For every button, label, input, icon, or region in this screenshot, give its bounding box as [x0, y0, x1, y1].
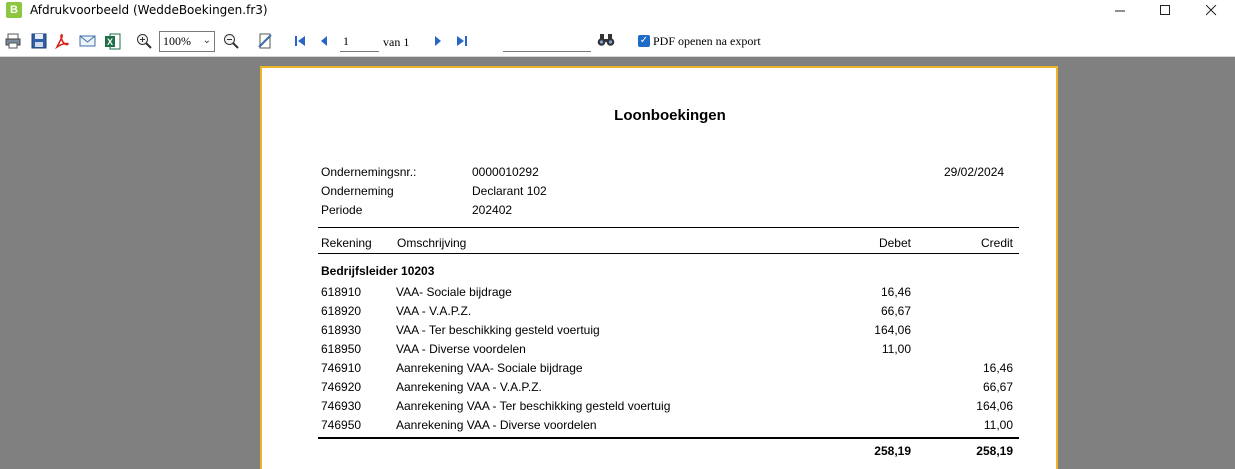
printer-icon — [5, 33, 21, 49]
zoom-out-button[interactable] — [222, 32, 240, 50]
zoom-in-icon — [137, 34, 152, 49]
period-label: Periode — [321, 203, 363, 217]
row-description: Aanrekening VAA - Diverse voordelen — [396, 418, 597, 432]
report-date: 29/02/2024 — [944, 165, 1005, 179]
close-icon — [1205, 4, 1216, 15]
page-number-input[interactable]: 1 — [340, 31, 379, 52]
row-account: 746920 — [321, 380, 362, 394]
company-label: Onderneming — [321, 184, 394, 198]
zoom-value: 100% — [163, 34, 191, 48]
column-header-description: Omschrijving — [397, 236, 467, 250]
row-description: Aanrekening VAA - Ter beschikking gestel… — [396, 399, 671, 413]
minimize-icon — [1114, 10, 1125, 11]
row-description: Aanrekening VAA - V.A.P.Z. — [396, 380, 542, 394]
row-account: 618930 — [321, 323, 362, 337]
row-debit: 164,06 — [874, 323, 911, 337]
row-account: 618950 — [321, 342, 362, 356]
save-button[interactable] — [30, 32, 48, 50]
minimize-button[interactable] — [1097, 0, 1143, 20]
page-setup-button[interactable] — [256, 32, 274, 50]
row-description: VAA - Ter beschikking gesteld voertuig — [396, 323, 600, 337]
app-icon: B — [6, 2, 22, 18]
row-description: VAA- Sociale bijdrage — [396, 285, 512, 299]
export-excel-button[interactable]: X — [103, 32, 121, 50]
row-credit: 16,46 — [982, 361, 1013, 375]
row-debit: 11,00 — [881, 342, 911, 356]
last-page-button[interactable] — [453, 32, 471, 50]
previous-page-icon — [321, 36, 327, 46]
pdf-open-checkbox[interactable]: ✓ — [638, 35, 650, 47]
header-rule-bottom — [318, 253, 1019, 254]
previous-page-button[interactable] — [315, 32, 333, 50]
first-page-button[interactable] — [291, 32, 309, 50]
row-description: VAA - Diverse voordelen — [396, 342, 526, 356]
window-title: Afdrukvoorbeeld (WeddeBoekingen.fr3) — [30, 3, 268, 17]
total-debit: 258,19 — [874, 444, 911, 458]
zoom-out-icon — [224, 34, 239, 49]
maximize-button[interactable] — [1142, 0, 1188, 20]
column-header-account: Rekening — [321, 236, 372, 250]
title-bar: B Afdrukvoorbeeld (WeddeBoekingen.fr3) — [0, 0, 1235, 20]
next-page-button[interactable] — [429, 32, 447, 50]
company-nr-value: 0000010292 — [472, 165, 539, 179]
row-credit: 66,67 — [982, 380, 1013, 394]
row-account: 746930 — [321, 399, 362, 413]
row-credit: 164,06 — [976, 399, 1013, 413]
last-page-icon — [457, 36, 467, 46]
print-button[interactable] — [4, 32, 22, 50]
pdf-open-label: PDF openen na export — [653, 34, 761, 48]
row-credit: 11,00 — [983, 418, 1013, 432]
maximize-icon — [1159, 4, 1170, 15]
svg-text:X: X — [106, 37, 112, 47]
row-account: 746910 — [321, 361, 362, 375]
group-title: Bedrijfsleider 10203 — [321, 264, 435, 278]
envelope-icon — [79, 35, 95, 47]
totals-rule — [318, 437, 1019, 439]
page-setup-icon — [258, 33, 272, 49]
first-page-icon — [295, 36, 305, 46]
pdf-icon — [55, 34, 69, 49]
row-description: Aanrekening VAA- Sociale bijdrage — [396, 361, 583, 375]
column-header-debit: Debet — [878, 236, 911, 250]
search-input[interactable] — [503, 31, 591, 52]
email-button[interactable] — [78, 32, 96, 50]
excel-icon: X — [104, 33, 120, 49]
close-button[interactable] — [1188, 0, 1234, 20]
header-rule-top — [318, 227, 1019, 228]
floppy-disk-icon — [31, 33, 47, 49]
column-header-credit: Credit — [980, 236, 1013, 250]
find-button[interactable] — [597, 31, 615, 49]
company-nr-label: Ondernemingsnr.: — [321, 165, 417, 179]
row-debit: 16,46 — [880, 285, 911, 299]
next-page-icon — [435, 36, 441, 46]
period-value: 202402 — [472, 203, 513, 217]
page-total-label: van 1 — [383, 35, 410, 49]
chevron-down-icon: ⌄ — [202, 35, 211, 46]
row-description: VAA - V.A.P.Z. — [396, 304, 472, 318]
report-title: Loonboekingen — [614, 107, 726, 124]
zoom-select[interactable]: 100% ⌄ — [159, 31, 215, 52]
total-credit: 258,19 — [976, 444, 1013, 458]
row-account: 618910 — [321, 285, 362, 299]
row-account: 746950 — [321, 418, 362, 432]
binoculars-icon — [597, 34, 615, 46]
zoom-in-button[interactable] — [135, 32, 153, 50]
company-value: Declarant 102 — [472, 184, 547, 198]
row-debit: 66,67 — [880, 304, 911, 318]
export-pdf-button[interactable] — [53, 32, 71, 50]
row-account: 618920 — [321, 304, 362, 318]
